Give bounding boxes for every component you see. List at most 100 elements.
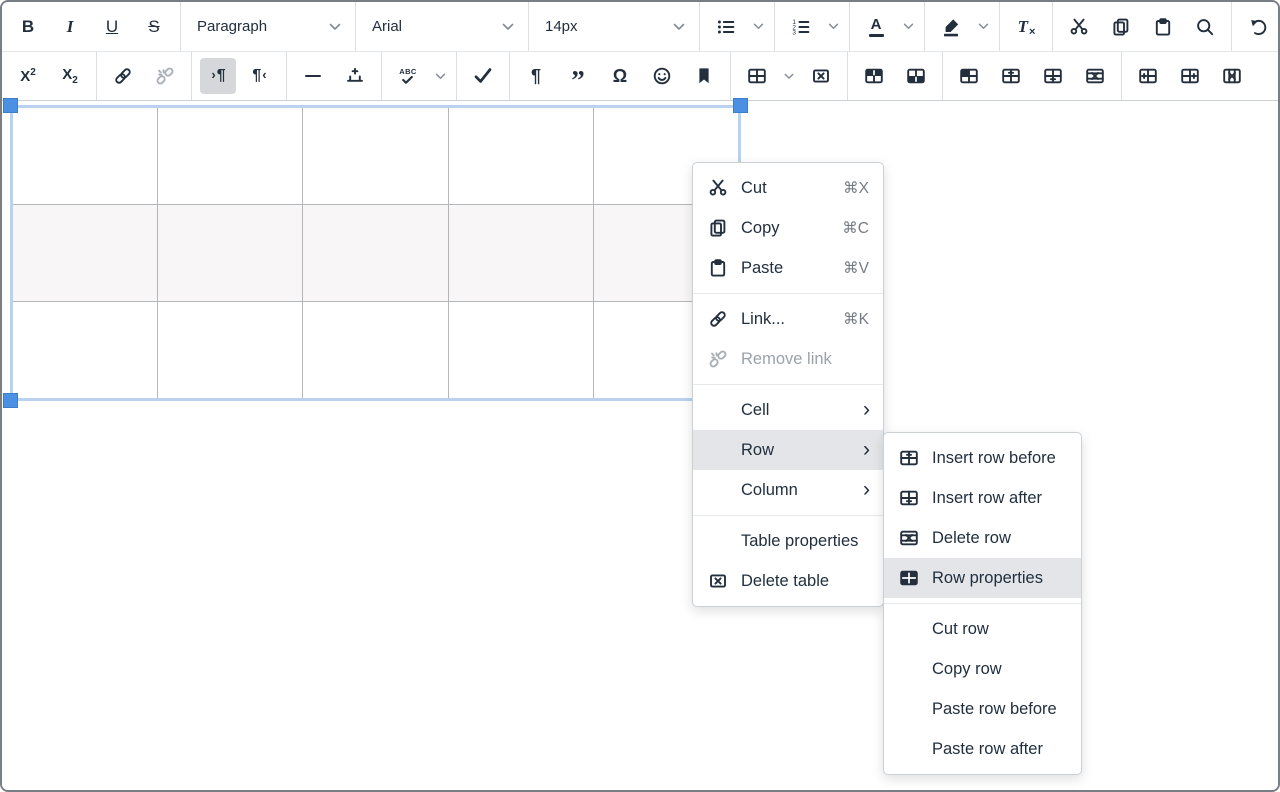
clear-formatting-button[interactable]: T× <box>1008 9 1044 45</box>
text-color-chevron[interactable] <box>897 9 919 45</box>
table-cell[interactable] <box>303 302 447 398</box>
delete-column-button[interactable] <box>1214 58 1250 94</box>
paragraph-mark-button[interactable]: ¶ <box>518 58 554 94</box>
editor-canvas[interactable] <box>2 101 1278 791</box>
chevron-down-icon <box>502 23 514 31</box>
delete-table-button[interactable] <box>803 58 839 94</box>
table-resize-handle-top-right[interactable] <box>733 98 748 113</box>
underline-button[interactable]: U <box>94 9 130 45</box>
paste-button[interactable] <box>1145 9 1181 45</box>
menu-item-delete-table[interactable]: Delete table <box>693 561 883 601</box>
menu-item-column[interactable]: Column › <box>693 470 883 510</box>
symbols-group: ¶ ” Ω <box>510 52 730 100</box>
submenu-item-paste-row-after[interactable]: Paste row after <box>884 729 1081 769</box>
insert-row-before-button[interactable] <box>993 58 1029 94</box>
menu-item-table-properties[interactable]: Table properties <box>693 521 883 561</box>
ltr-button[interactable]: ›¶ <box>200 58 236 94</box>
table-cell[interactable] <box>303 205 447 301</box>
spellcheck-chevron[interactable] <box>429 58 451 94</box>
submenu-item-row-properties[interactable]: Row properties <box>884 558 1081 598</box>
bullet-list-icon <box>716 17 736 37</box>
unlink-icon <box>155 66 175 86</box>
table-cell[interactable] <box>158 302 302 398</box>
spellcheck-button[interactable]: ABC <box>390 58 426 94</box>
merge-cells-icon <box>959 66 979 86</box>
bullet-list-chevron[interactable] <box>747 9 769 45</box>
submenu-item-paste-row-before[interactable]: Paste row before <box>884 689 1081 729</box>
submenu-item-delete-row[interactable]: Delete row <box>884 518 1081 558</box>
horizontal-rule-button[interactable] <box>295 58 331 94</box>
insert-table-button[interactable] <box>739 58 775 94</box>
clear-formatting-icon: T× <box>1018 17 1035 37</box>
menu-item-remove-link[interactable]: Remove link <box>693 339 883 379</box>
numbered-list-chevron[interactable] <box>822 9 844 45</box>
numbered-list-button[interactable]: 1 2 3 <box>783 9 819 45</box>
italic-icon: I <box>67 17 74 37</box>
bold-button[interactable]: B <box>10 9 46 45</box>
undo-button[interactable] <box>1240 9 1276 45</box>
superscript-icon: X2 <box>20 67 36 85</box>
submenu-item-insert-row-after[interactable]: Insert row after <box>884 478 1081 518</box>
insert-column-after-button[interactable] <box>1172 58 1208 94</box>
submenu-item-insert-row-before[interactable]: Insert row before <box>884 438 1081 478</box>
table-cell[interactable] <box>449 205 593 301</box>
insert-table-chevron[interactable] <box>778 58 800 94</box>
table-cell[interactable] <box>13 302 157 398</box>
emoji-button[interactable] <box>644 58 680 94</box>
table-cell-properties-icon <box>906 66 926 86</box>
rtl-button[interactable]: ¶‹ <box>242 58 278 94</box>
table-cell[interactable] <box>13 205 157 301</box>
strikethrough-button[interactable]: S <box>136 9 172 45</box>
italic-button[interactable]: I <box>52 9 88 45</box>
numbered-list-icon: 1 2 3 <box>791 17 811 37</box>
font-family-dropdown[interactable]: Arial <box>356 2 528 51</box>
highlight-color-button[interactable] <box>933 9 969 45</box>
chevron-down-icon <box>753 23 764 30</box>
submenu-arrow-icon: › <box>863 399 870 420</box>
clipboard-icon <box>1153 17 1173 37</box>
table-cell[interactable] <box>13 108 157 204</box>
cut-button[interactable] <box>1061 9 1097 45</box>
table-row-properties-button[interactable] <box>856 58 892 94</box>
highlight-color-chevron[interactable] <box>972 9 994 45</box>
merge-cells-button[interactable] <box>951 58 987 94</box>
highlight-group <box>925 2 999 51</box>
table-cell[interactable] <box>449 302 593 398</box>
special-character-button[interactable]: Ω <box>602 58 638 94</box>
menu-item-cell[interactable]: Cell › <box>693 390 883 430</box>
menu-item-cut[interactable]: Cut ⌘X <box>693 168 883 208</box>
remove-link-button[interactable] <box>147 58 183 94</box>
table-resize-handle-top-left[interactable] <box>3 98 18 113</box>
table-cell[interactable] <box>449 108 593 204</box>
delete-row-button[interactable] <box>1077 58 1113 94</box>
menu-item-copy[interactable]: Copy ⌘C <box>693 208 883 248</box>
page-break-button[interactable] <box>337 58 373 94</box>
superscript-button[interactable]: X2 <box>10 58 46 94</box>
table-cell-properties-button[interactable] <box>898 58 934 94</box>
text-color-button[interactable]: A <box>858 9 894 45</box>
checkmark-button[interactable] <box>465 58 501 94</box>
insert-column-before-button[interactable] <box>1130 58 1166 94</box>
table-cell[interactable] <box>303 108 447 204</box>
selected-table[interactable] <box>10 105 741 401</box>
search-button[interactable] <box>1187 9 1223 45</box>
font-size-dropdown[interactable]: 14px <box>529 2 699 51</box>
menu-item-row[interactable]: Row › <box>693 430 883 470</box>
submenu-item-cut-row[interactable]: Cut row <box>884 609 1081 649</box>
block-format-dropdown[interactable]: Paragraph <box>181 2 355 51</box>
submenu-item-copy-row[interactable]: Copy row <box>884 649 1081 689</box>
insert-row-after-button[interactable] <box>1035 58 1071 94</box>
bookmark-button[interactable] <box>686 58 722 94</box>
copy-button[interactable] <box>1103 9 1139 45</box>
bullet-list-button[interactable] <box>708 9 744 45</box>
subscript-button[interactable]: X2 <box>52 58 88 94</box>
table-cell[interactable] <box>158 108 302 204</box>
table-cell[interactable] <box>158 205 302 301</box>
table-resize-handle-bottom-left[interactable] <box>3 393 18 408</box>
blockquote-button[interactable]: ” <box>560 58 596 94</box>
menu-item-link[interactable]: Link... ⌘K <box>693 299 883 339</box>
insert-link-button[interactable] <box>105 58 141 94</box>
chevron-down-icon <box>784 73 794 80</box>
menu-item-paste[interactable]: Paste ⌘V <box>693 248 883 288</box>
highlighter-icon <box>941 17 961 37</box>
